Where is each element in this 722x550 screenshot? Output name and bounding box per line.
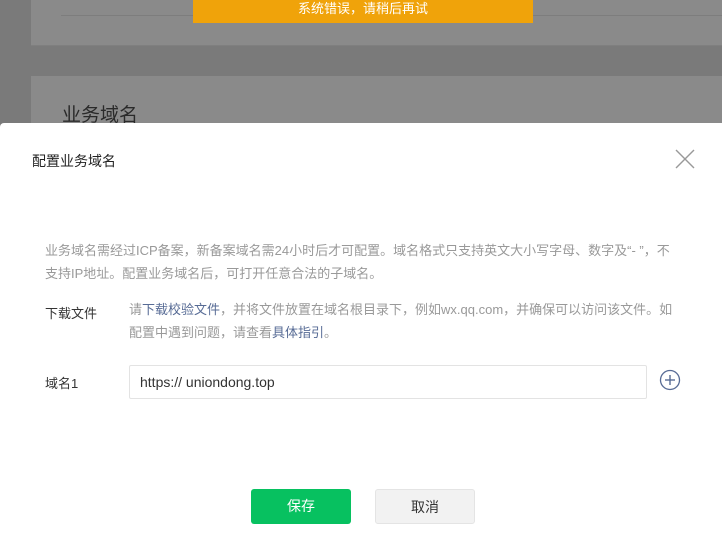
download-instructions: 请下载校验文件，并将文件放置在域名根目录下，例如wx.qq.com，并确保可以访… [129,298,679,344]
download-verify-file-link[interactable]: 下载校验文件 [142,302,220,317]
save-button[interactable]: 保存 [251,489,351,524]
download-suffix: 。 [324,325,338,340]
domain-input[interactable] [129,365,647,399]
domain-label: 域名1 [45,376,79,391]
close-icon[interactable] [674,148,696,170]
dialog-description: 业务域名需经过ICP备案，新备案域名需24小时后才可配置。域名格式只支持英文大小… [45,243,670,281]
download-prefix: 请 [129,302,143,317]
error-toast: 系统错误，请稍后再试 [193,0,533,23]
plus-circle-icon[interactable] [659,369,681,391]
guide-link[interactable]: 具体指引 [272,325,324,340]
cancel-button[interactable]: 取消 [375,489,475,524]
download-label: 下载文件 [45,306,98,321]
dialog-title: 配置业务域名 [32,153,116,169]
config-domain-dialog: 配置业务域名 业务域名需经过ICP备案，新备案域名需24小时后才可配置。域名格式… [0,123,722,550]
